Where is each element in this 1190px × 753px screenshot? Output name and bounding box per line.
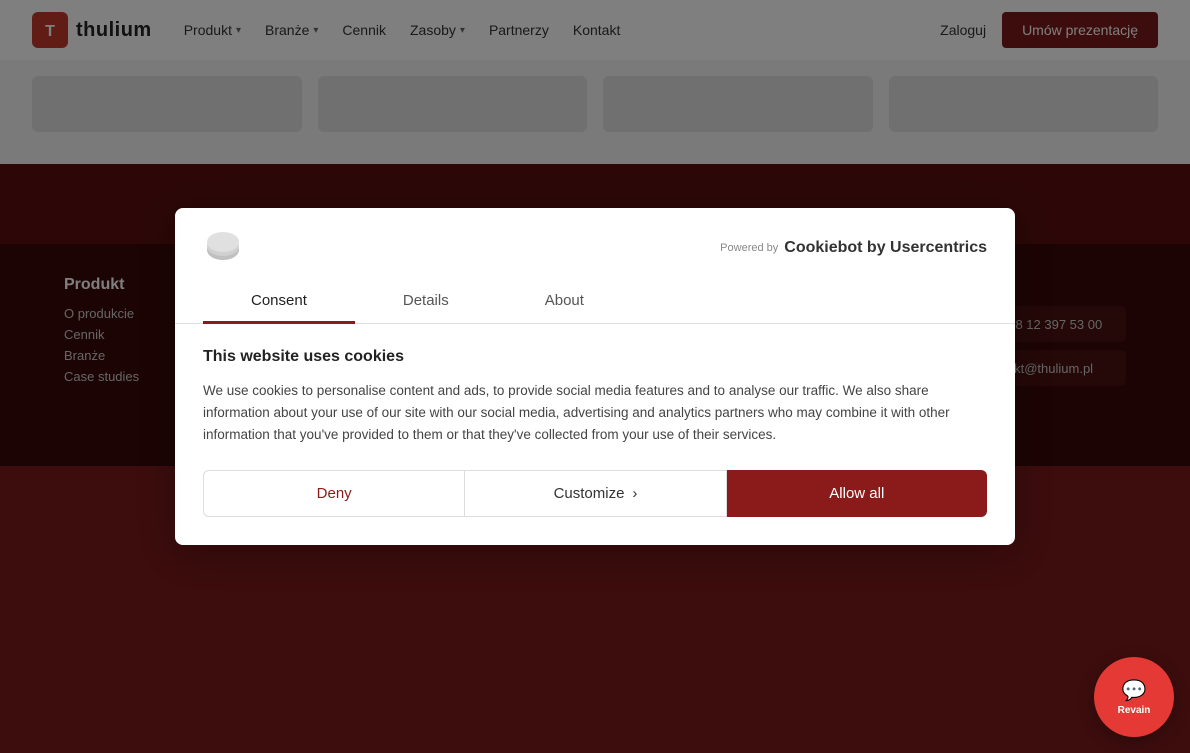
- cookie-modal: Powered by Cookiebot by Usercentrics Con…: [175, 208, 1015, 546]
- modal-actions: Deny Customize › Allow all: [203, 470, 987, 517]
- revain-icon: 💬: [1122, 678, 1147, 703]
- chevron-right-icon: ›: [632, 485, 637, 502]
- powered-by: Powered by Cookiebot by Usercentrics: [720, 239, 987, 257]
- revain-label: Revain: [1118, 705, 1151, 716]
- modal-header: Powered by Cookiebot by Usercentrics: [175, 208, 1015, 268]
- cookiebot-logo: [203, 228, 243, 268]
- tab-consent[interactable]: Consent: [203, 280, 355, 324]
- modal-tabs: Consent Details About: [175, 280, 1015, 324]
- customize-button[interactable]: Customize ›: [464, 470, 726, 517]
- revain-widget[interactable]: 💬 Revain: [1094, 657, 1174, 737]
- tab-about[interactable]: About: [497, 280, 632, 324]
- allow-all-button[interactable]: Allow all: [727, 470, 987, 517]
- modal-body: This website uses cookies We use cookies…: [175, 324, 1015, 546]
- modal-overlay: Powered by Cookiebot by Usercentrics Con…: [0, 0, 1190, 753]
- cookie-title: This website uses cookies: [203, 348, 987, 366]
- tab-details[interactable]: Details: [355, 280, 497, 324]
- cookie-body-text: We use cookies to personalise content an…: [203, 380, 987, 447]
- deny-button[interactable]: Deny: [203, 470, 464, 517]
- cookiebot-icon: [203, 228, 243, 268]
